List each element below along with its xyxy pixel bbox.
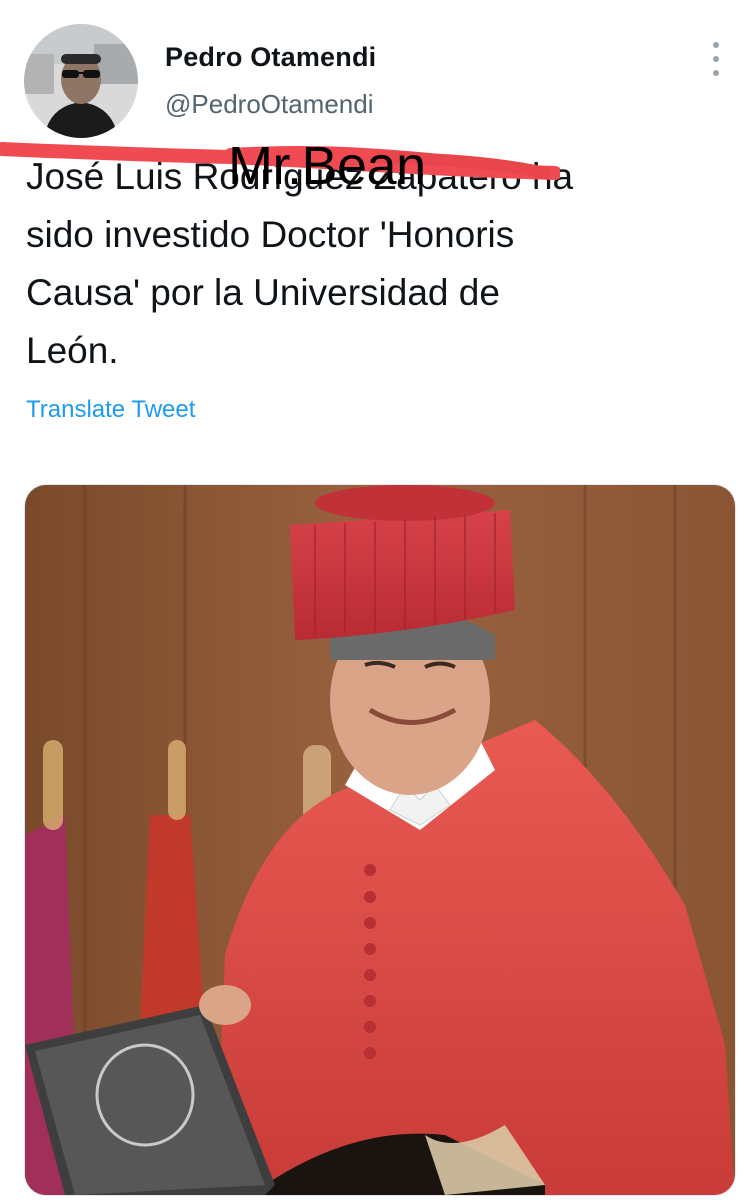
more-vertical-icon[interactable] (706, 42, 726, 76)
author-display-name[interactable]: Pedro Otamendi (165, 42, 376, 73)
tweet-text-line: sido investido Doctor 'Honoris (26, 214, 515, 255)
author-handle[interactable]: @PedroOtamendi (165, 89, 374, 120)
tweet-text-line: Causa' por la Universidad de (26, 272, 500, 313)
more-dot (713, 42, 719, 48)
avatar-photo (24, 24, 138, 138)
more-dot (713, 56, 719, 62)
media-photo (25, 485, 735, 1195)
mr-bean-overlay-label: Mr.Bean (228, 136, 426, 196)
more-dot (713, 70, 719, 76)
tweet-text-line: León. (26, 330, 119, 371)
tweet-media-image[interactable] (24, 484, 736, 1196)
translate-tweet-link[interactable]: Translate Tweet (26, 396, 195, 424)
author-avatar[interactable] (24, 24, 138, 138)
